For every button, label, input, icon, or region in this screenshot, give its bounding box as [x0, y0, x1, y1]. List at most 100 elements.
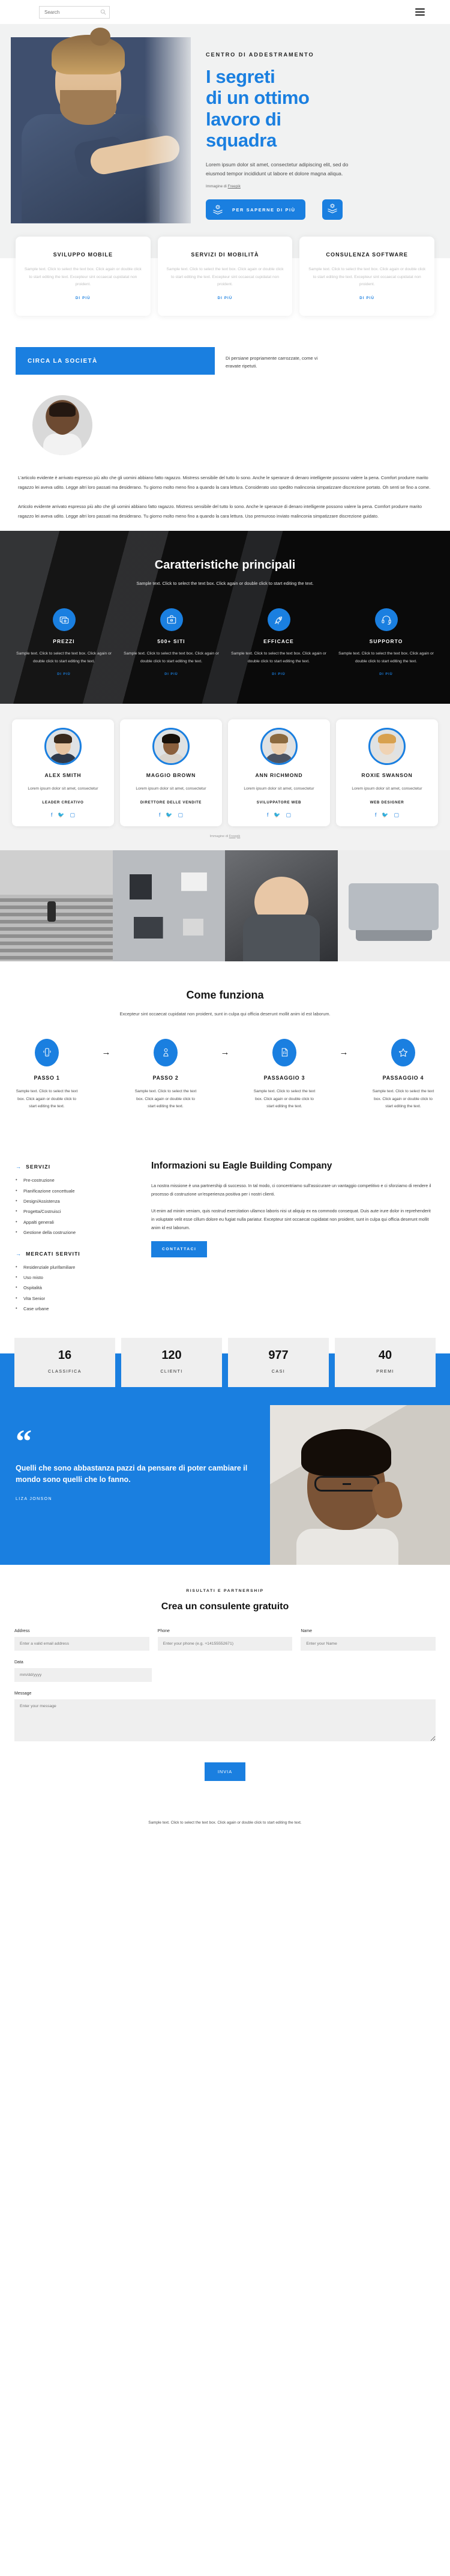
hamburger-menu-icon[interactable] [415, 7, 425, 17]
avatar-body [265, 754, 293, 764]
hamburger-bar [415, 8, 425, 10]
feature-item: EFFICACE Sample text. Click to select th… [228, 608, 329, 676]
search-input[interactable] [39, 5, 110, 19]
feature-more-link[interactable]: DI PIÙ [13, 673, 115, 676]
team-name: ROXIE SWANSON [361, 772, 413, 779]
twitter-icon[interactable]: 🐦 [274, 812, 280, 818]
instagram-icon[interactable]: ▢ [70, 812, 76, 818]
phone-input[interactable] [157, 1636, 293, 1651]
list-item[interactable]: Progetta/Costruisci [16, 1209, 136, 1214]
instagram-icon[interactable]: ▢ [178, 812, 184, 818]
service-card[interactable]: CONSULENZA SOFTWARE Sample text. Click t… [299, 237, 435, 316]
twitter-icon[interactable]: 🐦 [166, 812, 172, 818]
facebook-icon[interactable]: f [51, 812, 53, 818]
list-item[interactable]: Pianificazione concettuale [16, 1188, 136, 1193]
twitter-icon[interactable]: 🐦 [382, 812, 388, 818]
facebook-icon[interactable]: f [159, 812, 161, 818]
feature-more-link[interactable]: DI PIÙ [121, 673, 222, 676]
feature-text: Sample text. Click to select the text bo… [124, 651, 219, 664]
features-inner: Caratteristiche principali Sample text. … [13, 558, 437, 677]
hero-title-line: I segreti [206, 66, 275, 87]
feature-title: EFFICACE [263, 638, 294, 644]
list-item[interactable]: Vita Senior [16, 1296, 136, 1301]
service-card[interactable]: SVILUPPO MOBILE Sample text. Click to se… [16, 237, 151, 316]
stat-card: 120 CLIENTI [121, 1337, 222, 1387]
learn-more-button[interactable]: PER SAPERNE DI PIÙ [206, 199, 305, 220]
hero-title-line: squadra [206, 129, 277, 151]
team-social-links: f 🐦 ▢ [17, 812, 109, 818]
address-input[interactable] [14, 1636, 149, 1651]
team-section: ALEX SMITH Lorem ipsum dolor sit amet, c… [0, 704, 450, 850]
team-credit-link[interactable]: Freepik [229, 835, 241, 838]
list-item[interactable]: Uso misto [16, 1275, 136, 1280]
team-card[interactable]: MAGGIO BROWN Lorem ipsum dolor sit amet,… [120, 719, 222, 826]
step-item: PASSAGGIO 3 Sample text. Click to select… [252, 1038, 317, 1111]
date-input[interactable] [14, 1667, 152, 1682]
twitter-icon[interactable]: 🐦 [58, 812, 64, 818]
list-item[interactable]: Residenziale plurifamiliare [16, 1265, 136, 1269]
hamburger-bar [415, 14, 425, 16]
search-box[interactable] [39, 5, 110, 19]
markets-list-label: MERCATI SERVITI [26, 1250, 80, 1257]
team-social-links: f 🐦 ▢ [233, 812, 325, 818]
feature-title: 500+ SITI [157, 638, 185, 644]
contact-button[interactable]: CONTATTACI [151, 1241, 208, 1257]
info-section: → SERVIZI Pre-costruzione Pianificazione… [0, 1137, 450, 1350]
feature-text: Sample text. Click to select the text bo… [16, 651, 112, 664]
team-card[interactable]: ROXIE SWANSON Lorem ipsum dolor sit amet… [336, 719, 438, 826]
instagram-icon[interactable]: ▢ [286, 812, 292, 818]
info-paragraph: La nostra missione è una partnership di … [151, 1183, 431, 1197]
quote-photo-glasses [314, 1475, 379, 1492]
list-item[interactable]: Design/Assistenza [16, 1199, 136, 1203]
service-text: Sample text. Click to select the text bo… [166, 267, 284, 287]
list-item[interactable]: Appalti generali [16, 1220, 136, 1224]
hero-icon-button[interactable] [322, 199, 343, 220]
name-field: Name [301, 1629, 436, 1651]
team-image-credit: Immagine di Freepik [12, 835, 438, 838]
hero-credit-link[interactable]: Freepik [228, 184, 241, 189]
service-more-link[interactable]: DI PIÙ [24, 297, 142, 300]
service-text: Sample text. Click to select the text bo… [24, 267, 142, 287]
form-row: Message [14, 1692, 436, 1744]
quote-photo-body [296, 1528, 398, 1565]
search-icon[interactable] [100, 9, 106, 15]
stat-card: 977 CASI [228, 1337, 329, 1387]
stats-row: 16 CLASSIFICA 120 CLIENTI 977 CASI 40 PR… [14, 1337, 436, 1387]
list-item[interactable]: Case urbane [16, 1306, 136, 1311]
list-item[interactable]: Ospitalità [16, 1285, 136, 1290]
name-input[interactable] [301, 1636, 436, 1651]
service-more-link[interactable]: DI PIÙ [166, 297, 284, 300]
feature-more-link[interactable]: DI PIÙ [335, 673, 437, 676]
arrow-right-icon: → [220, 1047, 230, 1057]
instagram-icon[interactable]: ▢ [394, 812, 400, 818]
form-eyebrow: RISULTATI E PARTNERSHIP [186, 1588, 264, 1593]
service-card[interactable]: SERVIZI DI MOBILITÀ Sample text. Click t… [157, 237, 293, 316]
team-name: ALEX SMITH [44, 772, 82, 779]
team-credit-prefix: Immagine di [209, 834, 229, 838]
quote-panel: “ Quelli che sono abbastanza pazzi da pe… [0, 1404, 270, 1565]
hero-subtitle: Lorem ipsum dolor sit amet, consectetur … [206, 162, 349, 177]
headset-icon [374, 608, 398, 631]
feature-title: PREZZI [53, 638, 75, 644]
list-item[interactable]: Gestione della costruzione [16, 1230, 136, 1235]
hero-title-line: di un ottimo [206, 87, 310, 109]
submit-button[interactable]: INVIA [204, 1762, 246, 1781]
team-avatar [368, 728, 406, 766]
team-card[interactable]: ALEX SMITH Lorem ipsum dolor sit amet, c… [12, 719, 114, 826]
features-heading: Caratteristiche principali [154, 558, 296, 572]
facebook-icon[interactable]: f [375, 812, 377, 818]
feature-title: SUPPORTO [369, 638, 403, 644]
arrow-right-icon: → [16, 1250, 22, 1257]
message-input[interactable] [14, 1699, 436, 1741]
team-card[interactable]: ANN RICHMOND Lorem ipsum dolor sit amet,… [228, 719, 330, 826]
facebook-icon[interactable]: f [267, 812, 269, 818]
list-item[interactable]: Pre-costruzione [16, 1178, 136, 1182]
how-it-works-heading: Come funziona [186, 988, 264, 1001]
avatar-body [373, 754, 401, 764]
team-avatar [44, 728, 82, 766]
service-more-link[interactable]: DI PIÙ [308, 297, 426, 300]
step-text: Sample text. Click to select the text bo… [16, 1089, 78, 1109]
photo-laptop [337, 850, 450, 961]
feature-more-link[interactable]: DI PIÙ [228, 673, 329, 676]
quote-photo [270, 1404, 450, 1565]
